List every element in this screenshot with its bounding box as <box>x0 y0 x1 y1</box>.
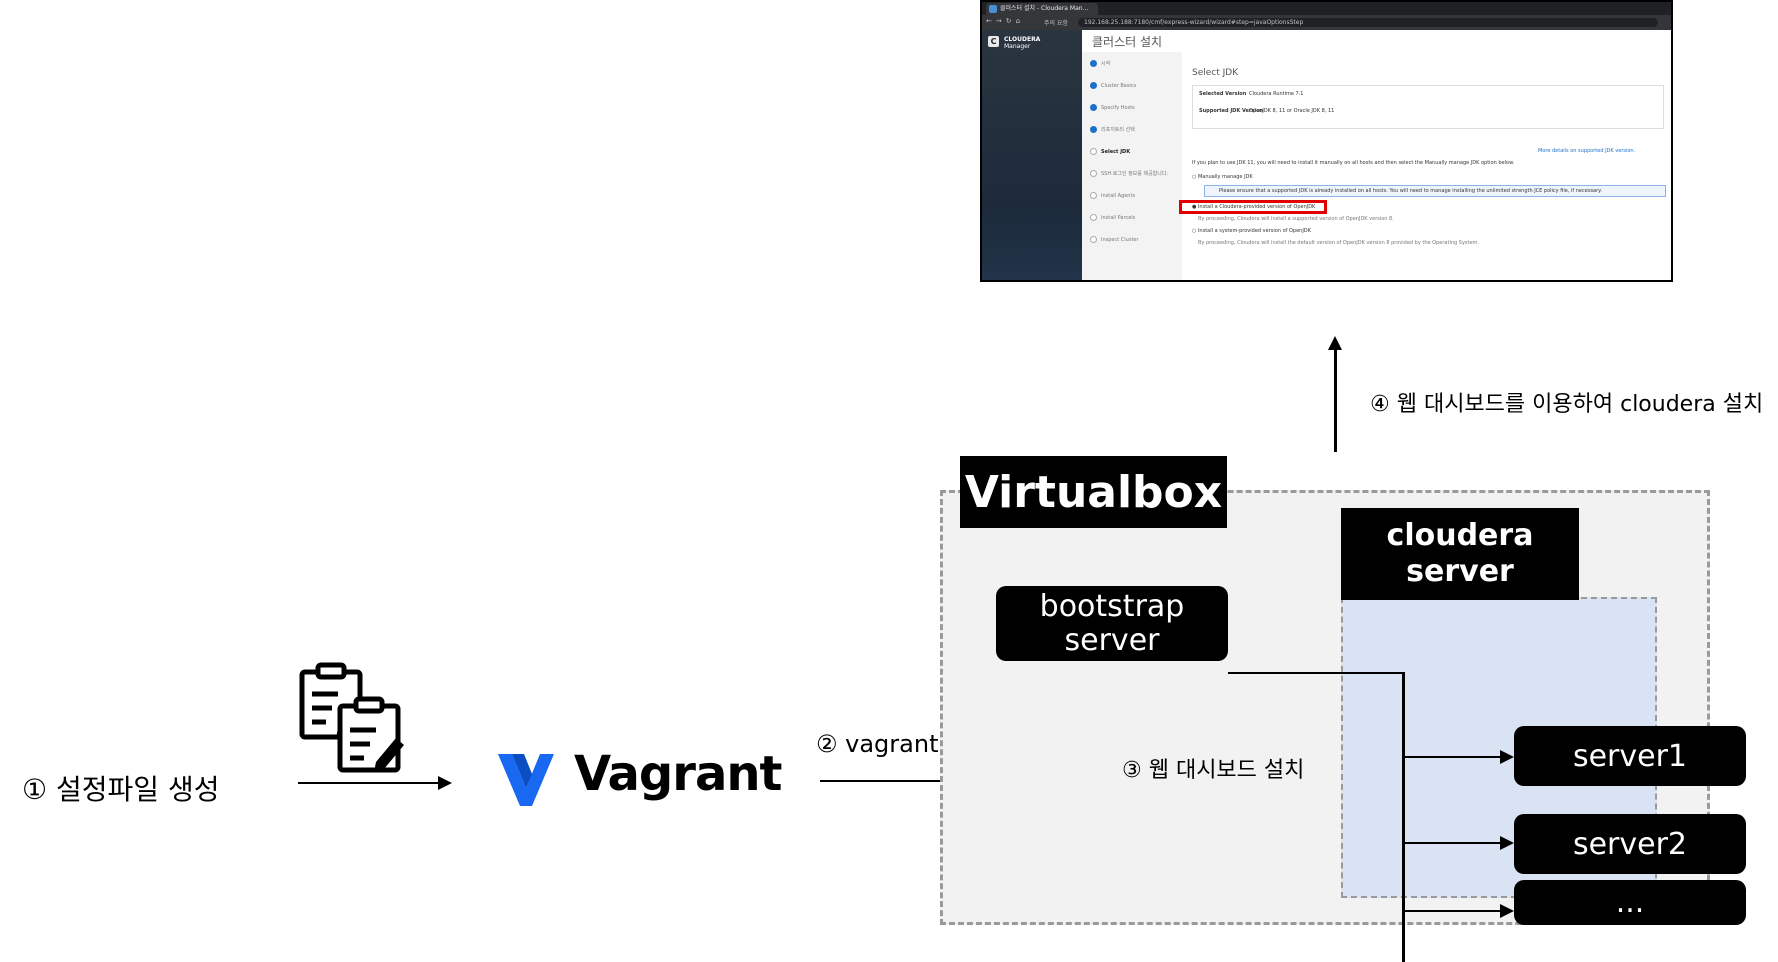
cloudera-line1: cloudera <box>1386 518 1534 553</box>
server1-box: server1 <box>1514 726 1746 786</box>
arrow-to-server2 <box>1402 842 1510 844</box>
cloudera-manager-screenshot: 클러스터 설치 - Cloudera Man... ←→↻⌂ 주의 요함 192… <box>980 0 1673 282</box>
wizard-step[interactable]: 시작 <box>1090 60 1110 67</box>
option-manual-radio[interactable]: ○ Manually manage JDK <box>1192 174 1253 180</box>
step4-label: ④ 웹 대시보드를 이용하여 cloudera 설치 <box>1370 392 1764 417</box>
step-number-icon <box>1090 214 1097 221</box>
check-icon <box>1090 104 1097 111</box>
wizard-step-label: SSH 로그인 정보를 제공합니다. <box>1101 171 1169 177</box>
version-table: Selected Version Cloudera Runtime 7.1 Su… <box>1192 85 1664 129</box>
connector-trunk <box>1402 672 1405 962</box>
supported-jdk-value: OpenJDK 8, 11 or Oracle JDK 8, 11 <box>1249 108 1335 114</box>
step-number-icon <box>1090 148 1097 155</box>
server-more-box: ... <box>1514 880 1746 925</box>
cm-page-title: 클러스터 설치 <box>1092 35 1163 49</box>
step-number-icon <box>1090 192 1097 199</box>
wizard-step[interactable]: 리포지토리 선택 <box>1090 126 1135 133</box>
info-box: Please ensure that a supported JDK is al… <box>1204 185 1666 197</box>
check-icon <box>1090 60 1097 67</box>
option-system-label: Install a system-provided version of Ope… <box>1197 228 1311 234</box>
option-system-radio[interactable]: ○ Install a system-provided version of O… <box>1192 228 1311 234</box>
security-text: 주의 요함 <box>1044 20 1068 27</box>
wizard-step[interactable]: Inspect Cluster <box>1090 236 1139 243</box>
cloudera-server-title: cloudera server <box>1341 508 1579 600</box>
arrow-head-step1 <box>438 776 452 790</box>
browser-tab[interactable]: 클러스터 설치 - Cloudera Man... <box>986 3 1098 15</box>
wizard-step[interactable]: Install Parcels <box>1090 214 1135 221</box>
bootstrap-line1: bootstrap <box>1039 588 1185 624</box>
check-icon <box>1090 82 1097 89</box>
nav-buttons-icon[interactable]: ←→↻⌂ <box>986 17 1024 25</box>
step1-label: ① 설정파일 생성 <box>22 773 220 806</box>
arrow-to-server1 <box>1402 756 1510 758</box>
arrow-head-server2 <box>1500 836 1514 850</box>
section-heading: Select JDK <box>1192 68 1239 78</box>
cloudera-c-icon: C <box>988 36 999 47</box>
more-details-link[interactable]: More details on supported JDK version. <box>1538 148 1635 154</box>
wizard-step[interactable]: SSH 로그인 정보를 제공합니다. <box>1090 170 1168 177</box>
option-cloudera-note: By proceeding, Cloudera will install a s… <box>1198 216 1394 222</box>
url-field[interactable]: 192.168.25.188:7180/cmf/express-wizard/w… <box>1078 18 1658 27</box>
tab-title: 클러스터 설치 - Cloudera Man... <box>1000 5 1089 12</box>
step-number-icon <box>1090 170 1097 177</box>
wizard-step[interactable]: Select JDK <box>1090 148 1130 155</box>
check-icon <box>1090 126 1097 133</box>
wizard-step-label: Install Parcels <box>1101 215 1136 221</box>
connector-from-bootstrap <box>1228 672 1404 674</box>
wizard-step-label: 리포지토리 선택 <box>1101 127 1135 133</box>
wizard-steps: 시작 Cluster Basics Specify Hosts 리포지토리 선택… <box>1082 52 1182 280</box>
option-system-note: By proceeding, Cloudera will install the… <box>1198 240 1479 246</box>
wizard-step-label: Specify Hosts <box>1101 105 1135 111</box>
server2-box: server2 <box>1514 814 1746 874</box>
wizard-step-label: Install Agents <box>1101 193 1136 199</box>
wizard-step-label: Inspect Cluster <box>1101 237 1139 243</box>
wizard-step-label: Cluster Basics <box>1101 83 1137 89</box>
favicon-icon <box>989 5 997 13</box>
selected-version-label: Selected Version <box>1199 91 1247 97</box>
arrow-step4 <box>1334 348 1337 452</box>
wizard-step-label: Select JDK <box>1101 149 1131 155</box>
wizard-step[interactable]: Cluster Basics <box>1090 82 1136 89</box>
wizard-step[interactable]: Install Agents <box>1090 192 1135 199</box>
bootstrap-server: bootstrap server <box>996 586 1228 661</box>
clipboard-icon <box>299 662 404 773</box>
browser-tabbar: 클러스터 설치 - Cloudera Man... <box>982 2 1671 15</box>
vagrant-wordmark: Vagrant <box>574 746 782 802</box>
arrow-step1 <box>298 782 441 784</box>
logo-line2: Manager <box>1004 43 1031 50</box>
virtualbox-title: Virtualbox <box>960 456 1227 528</box>
cloudera-line2: server <box>1406 554 1514 589</box>
selected-version-value: Cloudera Runtime 7.1 <box>1249 91 1304 97</box>
step-number-icon <box>1090 236 1097 243</box>
address-bar: ←→↻⌂ 주의 요함 192.168.25.188:7180/cmf/expre… <box>982 15 1671 30</box>
arrow-head-server-more <box>1500 904 1514 918</box>
arrow-head-server1 <box>1500 750 1514 764</box>
cm-header: 클러스터 설치 <box>1082 30 1671 53</box>
wizard-step[interactable]: Specify Hosts <box>1090 104 1135 111</box>
jdk11-note: If you plan to use JDK 11, you will need… <box>1192 160 1515 166</box>
info-text: Please ensure that a supported JDK is al… <box>1219 188 1602 194</box>
step3-label: ③ 웹 대시보드 설치 <box>1122 758 1305 783</box>
cm-content: Select JDK Selected Version Cloudera Run… <box>1179 52 1671 280</box>
bootstrap-line2: server <box>1064 622 1160 658</box>
wizard-step-label: 시작 <box>1101 61 1111 67</box>
logo-line1: CLOUDERA <box>1004 36 1041 43</box>
option-manual-label: Manually manage JDK <box>1197 174 1253 180</box>
cm-sidebar: C CLOUDERA Manager <box>982 30 1082 280</box>
vagrant-logo-icon <box>498 754 554 806</box>
arrow-to-server-more <box>1402 910 1510 912</box>
highlight-box <box>1179 200 1327 214</box>
